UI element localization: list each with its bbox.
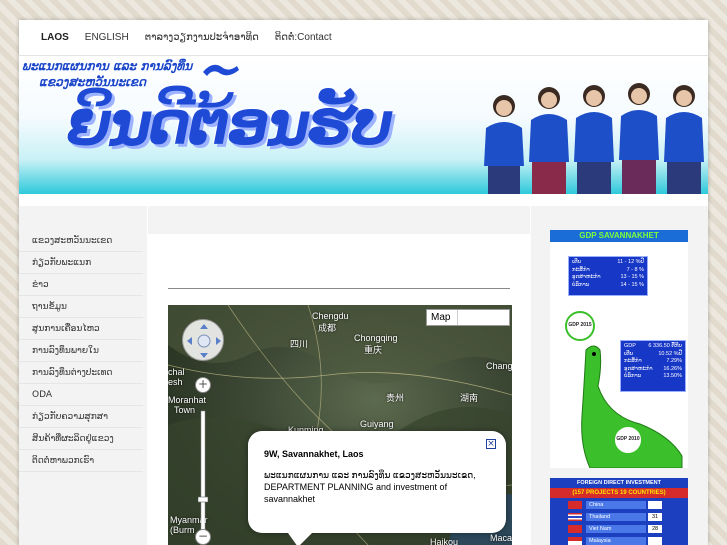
vietnam-flag-icon bbox=[568, 525, 582, 533]
sidebar-item-study[interactable]: ກ່ຽວກັບຄວາມສຸກສາ bbox=[19, 406, 143, 428]
header-banner: ພະແນກແຜນການ ແລະ ການລົງທຶນ ແຂວງສະຫວັນນະເຂ… bbox=[19, 56, 708, 194]
fdi-row-china: China bbox=[568, 500, 688, 510]
info-window-body-lao: ພະແນກແຜນການ ແລະ ການລົງທຶນ ແຂວງສະຫວັນນະເຂ… bbox=[264, 470, 476, 480]
zoom-out-button[interactable]: − bbox=[195, 529, 211, 545]
fdi-row-malaysia: Malaysia bbox=[568, 536, 688, 545]
gdp-2015-badge: GDP 2015 bbox=[568, 322, 592, 328]
sidebar-item-news[interactable]: ຂ່າວ bbox=[19, 274, 143, 296]
map-label-chengdu-cn: 成都 bbox=[318, 323, 337, 333]
nav-link-english[interactable]: ENGLISH bbox=[85, 32, 129, 43]
sidebar-item-products[interactable]: ສິນຄ້າທີ່ຜະລິດຢູ່ແຂວງ bbox=[19, 428, 143, 450]
info-window-body-en: DEPARTMENT PLANNING and investment of sa… bbox=[264, 482, 448, 504]
info-window-pointer bbox=[288, 533, 312, 545]
thailand-flag-icon bbox=[568, 513, 582, 521]
map-type-button[interactable]: Map bbox=[426, 309, 510, 326]
map-label-chongqing-cn: 重庆 bbox=[364, 345, 383, 355]
sidebar-item-about[interactable]: ກ່ຽວກັບພະແນກ bbox=[19, 252, 143, 274]
fdi-title: FOREIGN DIRECT INVESTMENT bbox=[550, 478, 688, 488]
map-label-chongqing: Chongqing bbox=[354, 333, 398, 343]
map-label-hunan: 湖南 bbox=[460, 393, 479, 403]
map-label-pradesh-2: esh bbox=[168, 377, 183, 387]
map-label-chengdu: Chengdu bbox=[312, 311, 349, 321]
gdp-2010-badge: GDP 2010 bbox=[616, 436, 640, 442]
map-pan-control[interactable] bbox=[182, 319, 224, 361]
zoom-in-button[interactable]: + bbox=[195, 377, 211, 393]
sidebar-item-database[interactable]: ຖານຂໍ້ມູນ bbox=[19, 296, 143, 318]
right-sidebar: GDP SAVANNAKHET ເຕີບ 11 - 12 %ປີ ກະສິກຳ 7 … bbox=[531, 206, 708, 545]
map-label-haikou: Haikou bbox=[430, 537, 459, 545]
malaysia-flag-icon bbox=[568, 537, 582, 545]
banner-department-name: ພະແນກແຜນການ ແລະ ການລົງທຶນ bbox=[22, 59, 193, 73]
map-label-changsha: Chang bbox=[486, 361, 512, 371]
sidebar-item-oda[interactable]: ODA bbox=[19, 384, 143, 406]
content-header-bar bbox=[148, 206, 530, 234]
google-map[interactable]: Map Chengdu 成都 Chongqing 重庆 四川 贵州 湖南 Gui… bbox=[168, 305, 512, 545]
gdp-2010-box: GDP 6 336.50 ຕື້ກີບ ເຕີບ 10.52 %ປີ ກະສິກຳ 7… bbox=[620, 340, 686, 392]
map-label-pradesh-1: chal bbox=[168, 367, 185, 377]
content-divider bbox=[168, 288, 510, 289]
map-label-burma: (Burm bbox=[170, 525, 195, 535]
map-label-guiyang: Guiyang bbox=[360, 419, 394, 429]
sidebar-item-activities[interactable]: ສູນການເຄື່ອນໄຫວ bbox=[19, 318, 143, 340]
china-flag-icon bbox=[568, 501, 582, 509]
sidebar-item-province[interactable]: ແຂວງສະຫວັນນະເຂດ bbox=[19, 230, 143, 252]
banner-welcome-text: ຍິນດີຕ້ອນຮັບ bbox=[67, 90, 393, 158]
sidebar-item-contact[interactable]: ຕິດຕໍ່ຫາພວກເຮົາ bbox=[19, 450, 143, 472]
banner-staff-photo bbox=[484, 83, 704, 194]
fdi-banner[interactable]: FOREIGN DIRECT INVESTMENT (157 PROJECTS … bbox=[550, 478, 688, 545]
banner-logo-icon bbox=[203, 64, 239, 76]
gdp-savannakhet-banner[interactable]: GDP SAVANNAKHET ເຕີບ 11 - 12 %ປີ ກະສິກຳ 7 … bbox=[550, 230, 688, 468]
gdp-2015-box: ເຕີບ 11 - 12 %ປີ ກະສິກຳ 7 - 8 % ອຸດສາຫະກຳ 1… bbox=[568, 256, 648, 296]
gdp-banner-title: GDP SAVANNAKHET bbox=[550, 230, 688, 242]
content-area: ແຂວງສະຫວັນນະເຂດ ກ່ຽວກັບພະແນກ ຂ່າວ ຖານຂໍ້… bbox=[19, 194, 708, 545]
main-content: Map Chengdu 成都 Chongqing 重庆 四川 贵州 湖南 Gui… bbox=[148, 206, 530, 545]
nav-link-contact[interactable]: ຕິດຕໍ່:Contact bbox=[275, 32, 332, 43]
nav-link-weekly-schedule[interactable]: ຕາລາງວຽກງານປະຈຳອາທິດ bbox=[145, 32, 259, 43]
banner-province-name: ແຂວງສະຫວັນນະເຂດ bbox=[39, 75, 147, 89]
fdi-row-vietnam: Viet Nam 28 bbox=[568, 524, 688, 534]
sidebar-menu: ແຂວງສະຫວັນນະເຂດ ກ່ຽວກັບພະແນກ ຂ່າວ ຖານຂໍ້… bbox=[19, 206, 147, 545]
map-label-sichuan: 四川 bbox=[290, 339, 309, 349]
map-label-macao: Macao bbox=[490, 533, 512, 543]
top-navigation: LAOS ENGLISH ຕາລາງວຽກງານປະຈຳອາທິດ ຕິດຕໍ່… bbox=[19, 20, 708, 56]
info-window-title: 9W, Savannakhet, Laos bbox=[264, 449, 364, 459]
fdi-subtitle: (157 PROJECTS 19 COUNTRIES) bbox=[550, 488, 688, 498]
zoom-slider[interactable] bbox=[198, 395, 208, 545]
map-label-town: Town bbox=[174, 405, 196, 415]
nav-link-laos[interactable]: LAOS bbox=[41, 32, 69, 43]
map-info-window: × 9W, Savannakhet, Laos ພະແນກແຜນການ ແລະ … bbox=[248, 431, 506, 533]
page-container: LAOS ENGLISH ຕາລາງວຽກງານປະຈຳອາທິດ ຕິດຕໍ່… bbox=[19, 20, 708, 545]
pan-arrows-icon bbox=[187, 324, 221, 358]
sidebar-item-foreign-investment[interactable]: ການລົງທຶນຕ່າງປະເທດ bbox=[19, 362, 143, 384]
close-icon[interactable]: × bbox=[486, 439, 496, 449]
sidebar-item-domestic-investment[interactable]: ການລົງທຶນພາຍໃນ bbox=[19, 340, 143, 362]
map-label-guizhou: 贵州 bbox=[386, 393, 405, 403]
fdi-row-thailand: Thailand 31 bbox=[568, 512, 688, 522]
